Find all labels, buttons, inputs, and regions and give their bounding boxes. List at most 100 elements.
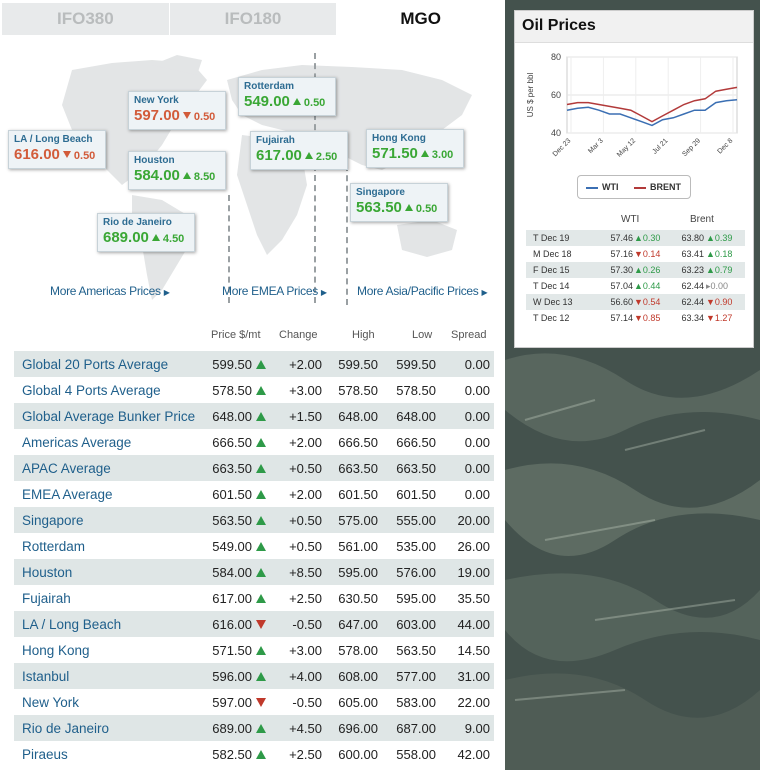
oil-row-wti-change: ▲0.30 — [634, 233, 660, 243]
table-row[interactable]: New York 597.00 -0.50 605.00 583.00 22.00 — [14, 689, 494, 715]
oil-change-value: 0.44 — [642, 281, 661, 291]
arrow-down-icon: ▼ — [634, 249, 643, 259]
map-card-change: 8.50 — [193, 171, 216, 183]
more-asia-pacific-prices-link[interactable]: More Asia/Pacific Prices ▶ — [357, 284, 488, 298]
table-row[interactable]: LA / Long Beach 616.00 -0.50 647.00 603.00 44… — [14, 611, 494, 637]
table-row[interactable]: Global 4 Ports Average 578.50 +3.00 578.50 5… — [14, 377, 494, 403]
more-emea-prices-link[interactable]: More EMEA Prices ▶ — [222, 284, 327, 298]
row-port-name: Global Average Bunker Price — [22, 409, 196, 424]
oil-row-brent: 63.80 — [681, 233, 704, 243]
arrow-up-icon — [256, 646, 266, 655]
map-card-new-york[interactable]: New York 597.00 0.50 — [128, 91, 226, 130]
more-americas-prices-link[interactable]: More Americas Prices ▶ — [50, 284, 170, 298]
oil-row-wti: 57.04 — [610, 281, 633, 291]
table-row[interactable]: Global Average Bunker Price 648.00 +1.50 64… — [14, 403, 494, 429]
map-card-city: New York — [134, 95, 179, 106]
arrow-up-icon — [420, 150, 429, 157]
header-spread: Spread — [451, 329, 487, 341]
row-low: 555.00 — [396, 513, 436, 528]
oil-row-brent-change: ▲0.39 — [706, 233, 732, 243]
x-tick-label: Jul 21 — [651, 137, 669, 155]
row-spread: 31.00 — [457, 669, 490, 684]
map-card-city: Rio de Janeiro — [103, 217, 172, 228]
region-divider-emea — [346, 165, 348, 305]
oil-row-brent-change: ▲0.18 — [706, 249, 732, 259]
arrow-up-icon: ▲ — [706, 249, 715, 259]
map-card-change: 0.50 — [73, 150, 96, 162]
row-change: +0.50 — [289, 461, 322, 476]
row-high: 600.00 — [338, 747, 378, 762]
oil-change-value: 0.26 — [642, 265, 661, 275]
row-price: 597.00 — [212, 695, 252, 710]
row-change: +3.00 — [289, 383, 322, 398]
map-card-rio-de-janeiro[interactable]: Rio de Janeiro 689.00 4.50 — [97, 213, 195, 252]
map-card-price: 571.50 — [372, 145, 418, 162]
table-row[interactable]: Hong Kong 571.50 +3.00 578.00 563.50 14.50 — [14, 637, 494, 663]
row-low: 595.00 — [396, 591, 436, 606]
row-high: 575.00 — [338, 513, 378, 528]
row-spread: 0.00 — [464, 435, 490, 450]
map-card-rotterdam[interactable]: Rotterdam 549.00 0.50 — [238, 77, 336, 116]
map-card-la-long-beach[interactable]: LA / Long Beach 616.00 0.50 — [8, 130, 106, 169]
table-row[interactable]: Americas Average 666.50 +2.00 666.50 666.50 0… — [14, 429, 494, 455]
y-tick-label: 60 — [551, 90, 561, 100]
caret-right-icon: ▶ — [163, 288, 170, 297]
table-row[interactable]: APAC Average 663.50 +0.50 663.50 663.50 0.00 — [14, 455, 494, 481]
oil-row-date: W Dec 13 — [533, 297, 573, 307]
map-card-city: Houston — [134, 155, 175, 166]
table-row[interactable]: Houston 584.00 +8.50 595.00 576.00 19.00 — [14, 559, 494, 585]
header-change: Change — [279, 329, 318, 341]
table-row[interactable]: Rotterdam 549.00 +0.50 561.00 535.00 26.00 — [14, 533, 494, 559]
oil-row-brent: 63.34 — [681, 313, 704, 323]
y-axis-label: US $ per bbl — [526, 73, 535, 118]
table-row[interactable]: EMEA Average 601.50 +2.00 601.50 601.50 0.00 — [14, 481, 494, 507]
oil-row-wti-change: ▲0.26 — [634, 265, 660, 275]
row-high: 630.50 — [338, 591, 378, 606]
oil-table-row: F Dec 15 57.30 ▲0.26 63.23 ▲0.79 — [526, 262, 745, 278]
row-high: 608.00 — [338, 669, 378, 684]
map-card-hong-kong[interactable]: Hong Kong 571.50 3.00 — [366, 129, 464, 168]
arrow-down-icon: ▼ — [706, 297, 715, 307]
table-row[interactable]: Global 20 Ports Average 599.50 +2.00 599.50… — [14, 351, 494, 377]
table-row[interactable]: Piraeus 582.50 +2.50 600.00 558.00 42.00 — [14, 741, 494, 767]
oil-change-value: 0.00 — [710, 281, 729, 291]
map-card-singapore[interactable]: Singapore 563.50 0.50 — [350, 183, 448, 222]
bunker-prices-panel: IFO380 IFO180 MGO LA / Long Beach 616.00… — [0, 0, 506, 770]
map-card-city: Singapore — [356, 187, 405, 198]
row-low: 687.00 — [396, 721, 436, 736]
x-tick-label: Dec 23 — [552, 137, 573, 158]
map-card-price: 616.00 — [14, 146, 60, 163]
map-card-fujairah[interactable]: Fujairah 617.00 2.50 — [250, 131, 348, 170]
row-price: 571.50 — [212, 643, 252, 658]
row-port-name: Global 20 Ports Average — [22, 357, 169, 372]
row-port-name: EMEA Average — [22, 487, 113, 502]
oil-row-wti-change: ▲0.44 — [634, 281, 660, 291]
oil-table-row: M Dec 18 57.16 ▼0.14 63.41 ▲0.18 — [526, 246, 745, 262]
row-spread: 0.00 — [464, 357, 490, 372]
table-row[interactable]: Fujairah 617.00 +2.50 630.50 595.00 35.50 — [14, 585, 494, 611]
tab-ifo180[interactable]: IFO180 — [169, 3, 338, 35]
oil-row-brent-change: ▲0.79 — [706, 265, 732, 275]
row-low: 648.00 — [396, 409, 436, 424]
oil-row-date: M Dec 18 — [533, 249, 572, 259]
legend-wti-label: WTI — [602, 182, 619, 192]
row-port-name: Istanbul — [22, 669, 70, 684]
legend-wti-swatch — [586, 187, 598, 189]
table-row[interactable]: Singapore 563.50 +0.50 575.00 555.00 20.00 — [14, 507, 494, 533]
arrow-up-icon — [404, 204, 413, 211]
row-low: 535.00 — [396, 539, 436, 554]
map-card-price: 689.00 — [103, 229, 149, 246]
oil-price-table: T Dec 19 57.46 ▲0.30 63.80 ▲0.39 M Dec 18 57.1… — [526, 230, 745, 326]
row-change: +4.00 — [289, 669, 322, 684]
table-row[interactable]: Rio de Janeiro 689.00 +4.50 696.00 687.00 9.0… — [14, 715, 494, 741]
map-card-houston[interactable]: Houston 584.00 8.50 — [128, 151, 226, 190]
row-low: 583.00 — [396, 695, 436, 710]
tab-mgo[interactable]: MGO — [337, 3, 506, 35]
map-card-price: 617.00 — [256, 147, 302, 164]
tab-ifo380[interactable]: IFO380 — [2, 3, 170, 35]
table-row[interactable]: Istanbul 596.00 +4.00 608.00 577.00 31.00 — [14, 663, 494, 689]
link-label: More Asia/Pacific Prices — [357, 284, 479, 298]
row-high: 647.00 — [338, 617, 378, 632]
row-high: 696.00 — [338, 721, 378, 736]
row-port-name: LA / Long Beach — [22, 617, 122, 632]
